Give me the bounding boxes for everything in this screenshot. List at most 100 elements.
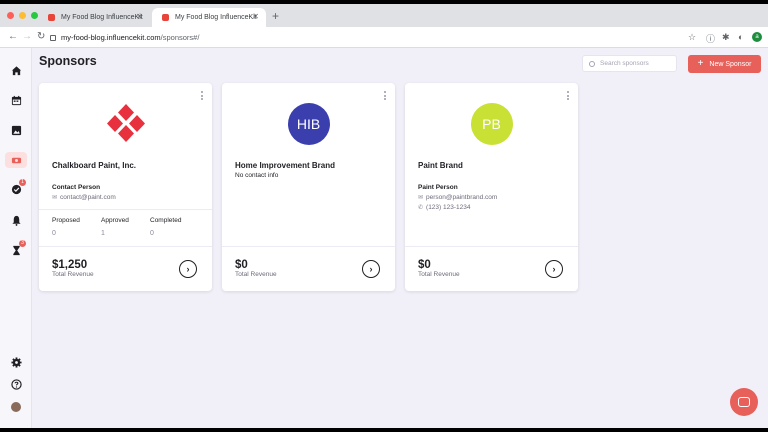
sponsor-card-chalkboard[interactable]: Chalkboard Paint, Inc. Contact Person ✉ c… — [39, 83, 212, 291]
reload-icon[interactable]: ↻ — [37, 31, 45, 42]
avatar-initials: HIB — [296, 116, 321, 132]
stat-label: Completed — [150, 217, 182, 224]
tab-close-icon[interactable]: ✕ — [252, 12, 259, 21]
new-sponsor-button[interactable]: + New Sponsor — [688, 55, 761, 73]
close-window-button[interactable] — [7, 12, 14, 19]
minimize-window-button[interactable] — [19, 12, 26, 19]
more-options-icon[interactable] — [567, 91, 570, 102]
search-icon — [589, 60, 595, 67]
open-sponsor-button[interactable]: › — [545, 260, 563, 278]
tab-title: My Food Blog InfluenceKit — [61, 14, 143, 21]
page-title: Sponsors — [39, 54, 97, 68]
total-revenue-label: Total Revenue — [418, 271, 460, 278]
sponsor-card-paint-brand[interactable]: PB Paint Brand Paint Person ✉ person@pain… — [405, 83, 578, 291]
stat-completed: Completed 0 — [150, 217, 181, 237]
mail-icon: ✉ — [418, 195, 424, 201]
sponsor-avatar: PB — [405, 103, 578, 145]
extension-c-icon[interactable]: ◐ — [738, 32, 743, 42]
stat-value: 0 — [52, 230, 56, 237]
calendar-icon — [11, 95, 21, 105]
app-sidebar: 1 3 — [0, 48, 32, 428]
sidebar-item-pending[interactable]: 3 — [9, 240, 26, 257]
contact-phone-text: (123) 123-1234 — [426, 204, 471, 211]
address-bar[interactable]: my-food-blog.influencekit.com/sponsors#/ — [50, 30, 670, 45]
contact-label: Paint Person — [418, 184, 458, 191]
contact-email: ✉ contact@paint.com — [52, 194, 116, 201]
back-icon[interactable]: ← — [8, 31, 18, 42]
tab-title: My Food Blog InfluenceKit — [175, 14, 257, 21]
total-revenue-label: Total Revenue — [235, 271, 277, 278]
open-sponsor-button[interactable]: › — [362, 260, 380, 278]
favicon-icon — [48, 14, 55, 21]
chat-support-button[interactable] — [730, 388, 758, 416]
pending-badge: 3 — [19, 240, 26, 247]
sidebar-item-media[interactable] — [9, 123, 23, 137]
bookmark-star-icon[interactable]: ☆ — [688, 32, 696, 43]
sponsor-name: Home Improvement Brand — [235, 161, 336, 170]
contact-phone: ✆ (123) 123-1234 — [418, 204, 470, 211]
stat-value: 1 — [101, 230, 105, 237]
sponsor-name: Paint Brand — [418, 161, 463, 170]
sponsor-card-home-improvement[interactable]: HIB Home Improvement Brand No contact in… — [222, 83, 395, 291]
tasks-badge: 1 — [19, 179, 26, 186]
puzzle-icon[interactable]: ✱ — [722, 32, 730, 43]
browser-toolbar: ← → ↻ my-food-blog.influencekit.com/spon… — [0, 27, 768, 48]
contact-email-text: person@paintbrand.com — [426, 194, 498, 201]
sidebar-item-help[interactable] — [9, 377, 23, 391]
total-revenue-value: $1,250 — [52, 259, 88, 271]
browser-tab-2[interactable]: My Food Blog InfluenceKit ✕ — [152, 8, 266, 27]
sponsor-name: Chalkboard Paint, Inc. — [52, 161, 137, 170]
help-icon — [10, 378, 22, 390]
chat-icon — [738, 397, 750, 407]
contact-email-text: contact@paint.com — [60, 194, 116, 201]
user-avatar[interactable] — [11, 402, 21, 412]
sponsors-icon — [11, 157, 21, 163]
open-sponsor-button[interactable]: › — [179, 260, 197, 278]
sidebar-item-calendar[interactable] — [9, 93, 23, 107]
window-controls — [7, 12, 38, 19]
search-sponsors-input[interactable]: Search sponsors — [582, 55, 677, 72]
sidebar-item-sponsors[interactable] — [5, 152, 27, 168]
sidebar-item-notifications[interactable] — [9, 213, 23, 227]
mail-icon: ✉ — [52, 195, 58, 201]
stat-label: Approved — [101, 217, 129, 224]
chevron-right-icon: › — [186, 264, 190, 274]
browser-tab-1[interactable]: My Food Blog InfluenceKit ✕ — [38, 8, 150, 27]
sidebar-item-home[interactable] — [9, 63, 23, 77]
search-placeholder: Search sponsors — [600, 60, 649, 67]
more-options-icon[interactable] — [384, 91, 387, 102]
url-path: /sponsors#/ — [160, 33, 200, 42]
new-sponsor-label: New Sponsor — [709, 60, 752, 68]
sponsor-avatar: HIB — [222, 103, 395, 145]
new-tab-button[interactable]: + — [272, 9, 279, 23]
contact-email: ✉ person@paintbrand.com — [418, 194, 497, 201]
browser-tab-bar: My Food Blog InfluenceKit ✕ My Food Blog… — [0, 4, 768, 27]
divider — [39, 246, 212, 247]
no-contact-text: No contact info — [235, 172, 279, 179]
bell-icon — [11, 215, 21, 226]
sidebar-item-settings[interactable] — [9, 355, 23, 369]
sponsor-logo — [39, 103, 212, 143]
extension-icon[interactable]: ⓘ — [706, 32, 715, 45]
tab-close-icon[interactable]: ✕ — [136, 12, 143, 21]
avatar-initials: PB — [482, 116, 501, 132]
plus-icon: + — [697, 58, 704, 69]
stat-value: 0 — [150, 230, 154, 237]
divider — [222, 246, 395, 247]
stat-approved: Approved 1 — [101, 217, 129, 237]
initials-avatar: PB — [470, 103, 513, 145]
settings-icon — [10, 356, 22, 368]
phone-icon: ✆ — [418, 205, 424, 211]
maximize-window-button[interactable] — [31, 12, 38, 19]
more-options-icon[interactable] — [201, 91, 204, 102]
initials-avatar: HIB — [287, 103, 330, 145]
image-icon — [11, 125, 21, 135]
stat-label: Proposed — [52, 217, 80, 224]
forward-icon[interactable]: → — [22, 31, 32, 42]
app-frame: My Food Blog InfluenceKit ✕ My Food Blog… — [0, 4, 768, 428]
favicon-icon — [162, 14, 169, 21]
divider — [39, 209, 212, 210]
home-icon — [11, 65, 21, 75]
profile-avatar[interactable]: a — [752, 32, 762, 42]
sidebar-item-tasks[interactable]: 1 — [9, 179, 26, 196]
